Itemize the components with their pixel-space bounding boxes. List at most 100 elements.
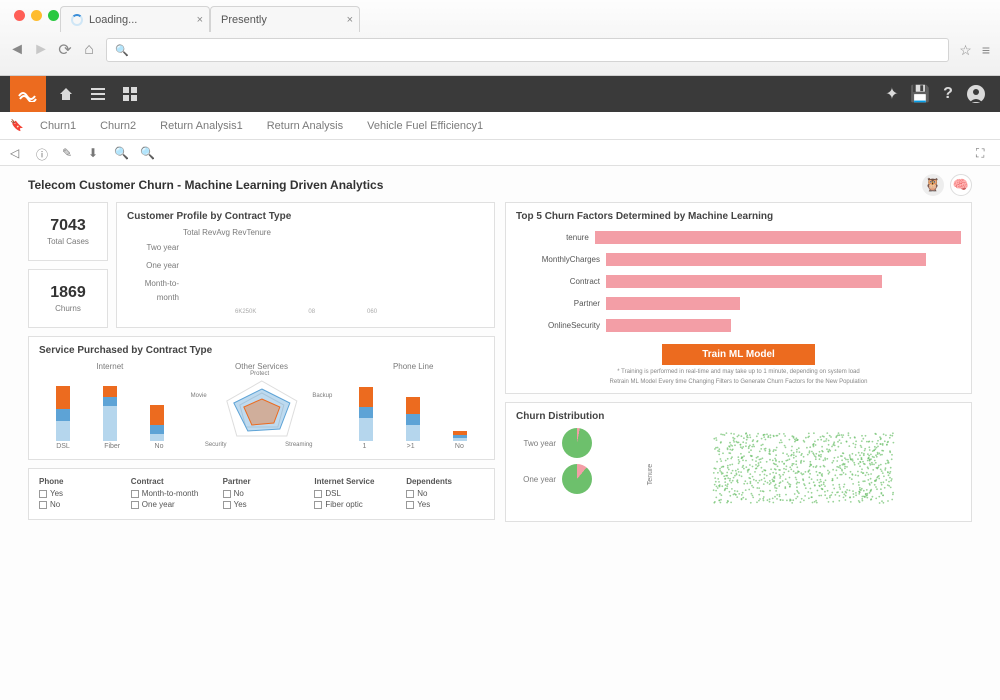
sheet-tab[interactable]: Return Analysis1 [150,116,253,136]
filter-group-header: Phone [39,477,117,486]
home-icon[interactable]: ⌂ [82,43,96,57]
bar-label: 1 [362,443,366,450]
close-tab-icon[interactable]: × [197,14,203,26]
factor-label: tenure [516,233,595,242]
filter-option-label: One year [142,500,175,509]
zoom-in-icon[interactable]: 🔍 [140,146,154,160]
filter-checkbox[interactable]: No [223,489,301,498]
checkbox-icon [314,490,322,498]
info-icon[interactable]: ⓘ [36,146,50,160]
card-title: Service Purchased by Contract Type [39,345,484,356]
filter-group-header: Dependents [406,477,484,486]
wave-logo-icon [18,86,38,102]
close-tab-icon[interactable]: × [347,14,353,26]
tab-label: Presently [221,14,267,26]
brand-logo[interactable] [10,76,46,112]
card-service-purchased: Service Purchased by Contract Type Inter… [28,336,495,460]
metric-churns: 1869 Churns [28,269,108,328]
owl-avatar-icon[interactable]: 🦉 [922,174,944,196]
bar-label: No [155,443,164,450]
filter-option-label: No [234,489,244,498]
browser-menu-icon[interactable]: ≡ [982,42,990,59]
filter-checkbox[interactable]: Fiber optic [314,500,392,509]
factor-label: OnlineSecurity [516,321,606,330]
download-icon[interactable]: ⬇ [88,146,102,160]
filter-group-header: Partner [223,477,301,486]
user-icon [967,85,985,103]
stacked-bar [103,386,117,441]
bar-label: Fiber [104,443,120,450]
sheet-toolbar: ◁ ⓘ ✎ ⬇ 🔍 🔍 ⛶ [0,140,1000,166]
url-input[interactable]: 🔍 [106,38,949,62]
checkbox-icon [131,490,139,498]
loading-spinner-icon [71,14,83,26]
factor-label: Partner [516,299,606,308]
sheet-tab[interactable]: Vehicle Fuel Efficiency1 [357,116,493,136]
save-icon: 💾 [910,84,930,104]
list-button[interactable] [82,76,114,112]
stacked-bar [453,431,467,441]
checkbox-icon [406,490,414,498]
window-controls[interactable] [14,10,59,21]
metric-label: Total Cases [33,237,103,246]
back-circle-icon[interactable]: ◁ [10,146,24,160]
filter-checkbox[interactable]: Yes [39,489,117,498]
forward-icon[interactable]: ► [34,43,48,57]
floppy-button[interactable]: 💾 [906,76,934,112]
sheet-tab[interactable]: Churn2 [90,116,146,136]
card-filters: PhoneYesNoContractMonth-to-monthOne year… [28,468,495,520]
browser-tab-loading[interactable]: Loading... × [60,6,210,32]
zoom-out-icon[interactable]: 🔍 [114,146,128,160]
checkbox-icon [406,501,414,509]
filter-group-header: Internet Service [314,477,392,486]
category-label: Month-to-month [127,277,183,305]
browser-tab-presently[interactable]: Presently × [210,6,360,32]
expand-icon[interactable]: ⛶ [976,146,990,160]
filter-checkbox[interactable]: Yes [406,500,484,509]
stacked-bar [406,397,420,441]
home-icon [58,86,74,102]
factor-label: MonthlyCharges [516,255,606,264]
edit-icon[interactable]: ✎ [62,146,76,160]
back-icon[interactable]: ◄ [10,43,24,57]
grid-button[interactable] [114,76,146,112]
grid-icon [123,87,137,101]
card-title: Top 5 Churn Factors Determined by Machin… [516,211,961,222]
minimize-window-icon[interactable] [31,10,42,21]
radar-chart: Protect Backup Streaming Security Movie [191,371,333,451]
filter-checkbox[interactable]: Month-to-month [131,489,209,498]
sheet-tab[interactable]: Churn1 [30,116,86,136]
brain-icon[interactable]: 🧠 [950,174,972,196]
reload-icon[interactable]: ⟳ [58,43,72,57]
bar-label: DSL [56,443,70,450]
filter-option-label: Month-to-month [142,489,198,498]
filter-checkbox[interactable]: No [406,489,484,498]
factor-row: tenure [516,228,961,246]
checkbox-icon [131,501,139,509]
filter-checkbox[interactable]: Yes [223,500,301,509]
bookmark-icon[interactable]: 🔖 [10,119,26,132]
close-window-icon[interactable] [14,10,25,21]
filter-checkbox[interactable]: No [39,500,117,509]
bookmark-star-icon[interactable]: ☆ [959,42,972,59]
bar-label: >1 [407,443,415,450]
filter-checkbox[interactable]: DSL [314,489,392,498]
filter-option-label: Fiber optic [325,500,362,509]
sparkle-button[interactable]: ✦ [878,76,906,112]
train-ml-button[interactable]: Train ML Model [662,344,815,365]
factor-bar [606,297,740,310]
help-icon: ? [943,85,953,103]
user-button[interactable] [962,76,990,112]
factor-row: Contract [516,272,961,290]
filter-checkbox[interactable]: One year [131,500,209,509]
card-title: Churn Distribution [516,411,961,422]
metric-value: 1869 [33,284,103,302]
maximize-window-icon[interactable] [48,10,59,21]
checkbox-icon [314,501,322,509]
sheet-tab[interactable]: Return Analysis [257,116,353,136]
app-bar: ✦ 💾 ? [0,76,1000,112]
checkbox-icon [223,490,231,498]
factor-bar [606,253,926,266]
home-button[interactable] [50,76,82,112]
help-button[interactable]: ? [934,76,962,112]
